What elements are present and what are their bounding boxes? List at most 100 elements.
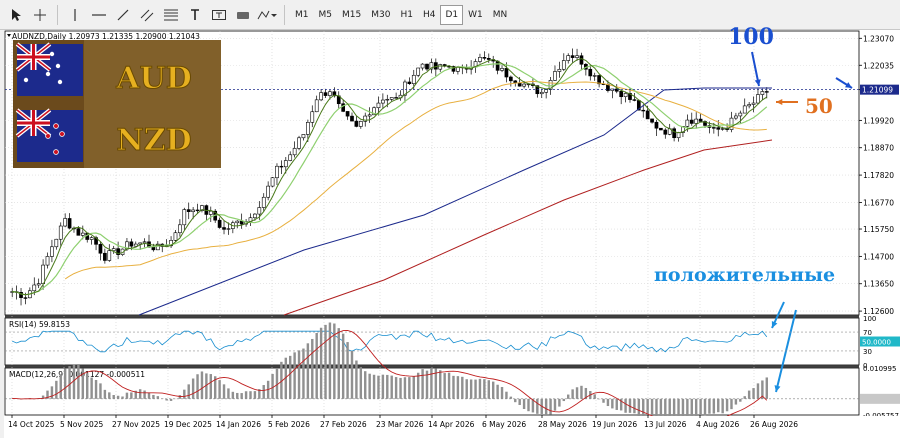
candle-body — [729, 117, 734, 130]
australia-flag-star — [57, 79, 63, 85]
price-axis-label: 1.19920 — [863, 116, 894, 125]
flag-image-nzd-text: NZD — [116, 123, 191, 158]
candle-body — [478, 57, 482, 62]
chart-window[interactable]: 1.23070 1.22035 1.19920 1.18870 1.17820 1.167… — [4, 24, 900, 438]
candle-body — [54, 238, 59, 248]
candle-body — [742, 105, 747, 114]
candle-body — [50, 246, 54, 257]
candle-body — [226, 228, 231, 230]
candle-body — [685, 119, 690, 127]
time-axis-label: 5 Nov 2025 — [60, 420, 103, 429]
price-axis-label: 1.15750 — [863, 225, 894, 234]
rectangle-tool-icon[interactable] — [232, 3, 254, 27]
ma100-annotation-label: 100 — [728, 24, 774, 50]
candle-body — [650, 118, 654, 123]
candle-body — [751, 102, 756, 105]
australia-flag-star — [55, 63, 61, 69]
price-axis-label: 1.14700 — [863, 252, 894, 261]
candle-body — [283, 160, 288, 168]
time-axis-label: 13 Jul 2026 — [644, 420, 687, 429]
candle-body — [76, 228, 81, 236]
rsi-current-label: 50.0000 — [862, 339, 891, 347]
candle-body — [186, 209, 191, 212]
price-axis-label: 1.13650 — [863, 280, 894, 289]
candle-body — [486, 57, 491, 60]
candle-body — [151, 246, 156, 251]
fibonacci-tool-icon[interactable] — [160, 3, 182, 27]
candle-body — [632, 99, 637, 101]
candle-body — [111, 248, 116, 251]
candle-body — [23, 297, 28, 299]
candle-body — [36, 283, 41, 286]
timeframe-h4-button[interactable]: H4 — [418, 5, 441, 25]
candle-body — [716, 127, 721, 130]
candle-body — [235, 220, 240, 224]
candle-body — [89, 237, 94, 240]
text-tool-icon[interactable] — [184, 3, 206, 27]
candle-body — [407, 81, 412, 84]
candle-body — [645, 110, 650, 120]
candle-body — [698, 118, 703, 122]
candle-body — [58, 225, 63, 240]
time-axis-label: 4 Aug 2026 — [696, 420, 739, 429]
timeframe-w1-button[interactable]: W1 — [463, 5, 488, 25]
candle-body — [389, 97, 394, 100]
candle-body — [689, 119, 694, 124]
candle-body — [270, 177, 275, 187]
candle-body — [257, 207, 262, 215]
candle-body — [191, 209, 195, 212]
time-axis-label: 14 Jan 2026 — [216, 420, 261, 429]
candle-body — [747, 104, 751, 107]
candle-body — [509, 76, 513, 82]
candle-body — [142, 241, 147, 244]
vertical-line-tool-icon[interactable] — [64, 3, 86, 27]
timeframe-m30-button[interactable]: M30 — [366, 5, 395, 25]
trendline-tool-icon[interactable] — [112, 3, 134, 27]
toolbar-separator — [284, 4, 285, 25]
text-label-tool-icon[interactable] — [208, 3, 230, 27]
chart-title: AUDNZD,Daily 1.20973 1.21335 1.20900 1.2… — [12, 32, 200, 41]
candle-body — [756, 94, 760, 104]
candle-body — [301, 134, 306, 139]
australia-flag-star — [49, 51, 55, 57]
candle-body — [292, 148, 297, 156]
candle-body — [734, 115, 738, 119]
time-axis-label: 19 Jun 2026 — [592, 420, 637, 429]
price-axis-label: 1.18870 — [863, 144, 894, 153]
timeframe-m15-button[interactable]: M15 — [337, 5, 366, 25]
candle-body — [45, 256, 50, 266]
candle-body — [711, 127, 716, 129]
timeframe-m1-button[interactable]: M1 — [290, 5, 314, 25]
new-zealand-flag-star — [53, 123, 59, 129]
timeframe-h1-button[interactable]: H1 — [395, 5, 418, 25]
channel-tool-icon[interactable] — [136, 3, 158, 27]
candle-body — [738, 112, 743, 117]
candle-body — [319, 92, 323, 101]
crosshair-tool-icon[interactable] — [29, 3, 51, 27]
candle-body — [376, 102, 381, 109]
timeframe-m5-button[interactable]: M5 — [314, 5, 338, 25]
candle-body — [760, 91, 765, 95]
candle-body — [32, 284, 37, 292]
candle-body — [720, 128, 725, 130]
candle-body — [107, 250, 112, 261]
candle-body — [98, 244, 103, 254]
candle-body — [425, 63, 429, 70]
price-chart-canvas[interactable]: 1.23070 1.22035 1.19920 1.18870 1.17820 1.167… — [4, 30, 900, 438]
cursor-tool-icon[interactable] — [5, 3, 27, 27]
ma50-annotation-label: 50 — [805, 94, 833, 118]
candle-body — [553, 71, 557, 81]
candle-body — [381, 99, 385, 104]
rsi-axis-label: 70 — [863, 329, 872, 337]
price-axis-label: 1.17820 — [863, 171, 894, 180]
candle-body — [764, 91, 769, 93]
horizontal-line-tool-icon[interactable] — [88, 3, 110, 27]
timeframe-d1-button[interactable]: D1 — [440, 4, 464, 25]
candle-body — [195, 209, 200, 212]
timeframe-mn-button[interactable]: MN — [488, 5, 513, 25]
candle-body — [500, 68, 504, 71]
candle-body — [345, 111, 350, 117]
candle-body — [182, 209, 187, 226]
candle-body — [138, 242, 143, 245]
shapes-dropdown-icon[interactable] — [256, 3, 278, 27]
